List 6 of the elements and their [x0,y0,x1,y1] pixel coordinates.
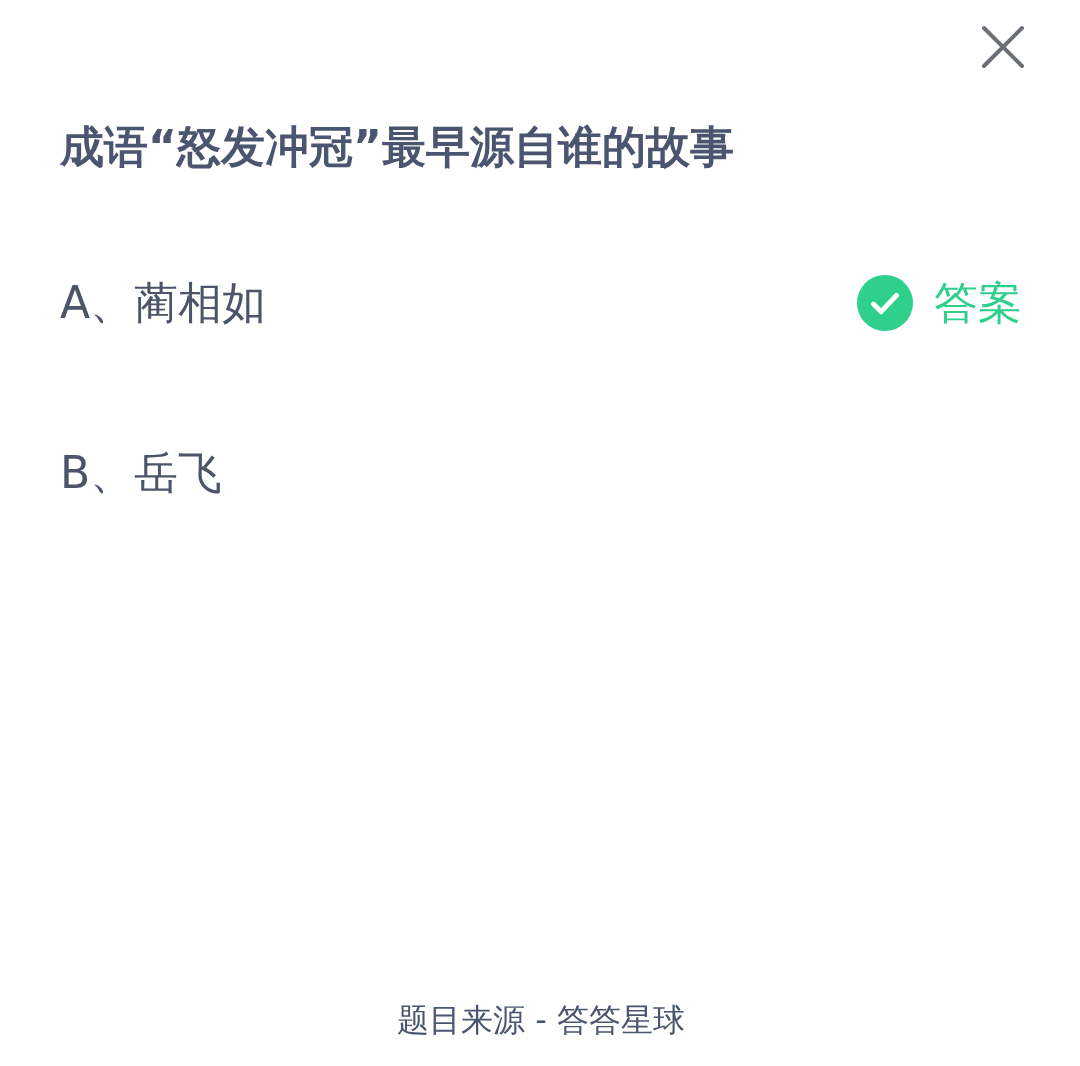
question-title: 成语“怒发冲冠”最早源自谁的故事 [60,120,735,174]
answer-option[interactable]: A、蔺相如 [60,277,267,329]
source-text: 题目来源 - 答答星球 [397,1000,685,1040]
answer-option[interactable]: B、岳飞 [60,447,223,499]
answer-label: 答案 [934,277,1022,329]
close-icon[interactable] [981,25,1025,69]
